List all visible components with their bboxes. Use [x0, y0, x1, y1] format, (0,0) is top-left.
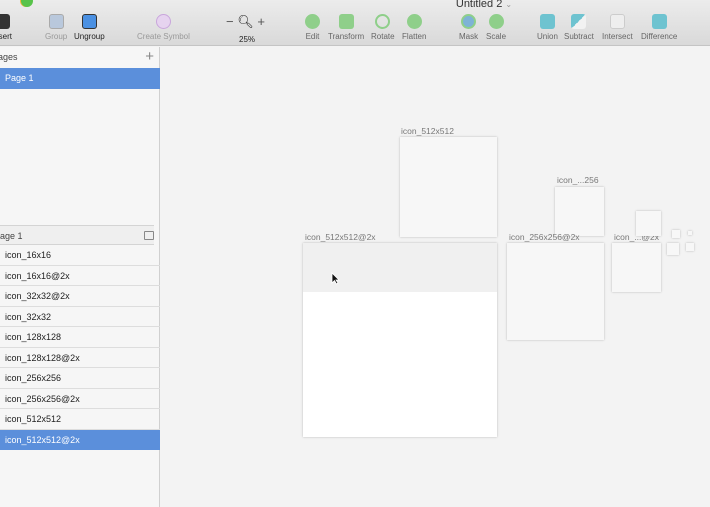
flatten-icon: [406, 14, 422, 29]
scale-icon: [488, 14, 504, 29]
layer-item[interactable]: icon_32x32@2x: [0, 286, 160, 307]
zoom-in-button[interactable]: +: [257, 14, 265, 29]
transform-icon: [338, 14, 354, 29]
layer-item[interactable]: icon_512x512@2x: [0, 429, 160, 450]
layer-item[interactable]: icon_512x512: [0, 409, 160, 430]
group-button[interactable]: Group: [45, 14, 67, 41]
layer-item[interactable]: icon_256x256: [0, 368, 160, 389]
rotate-icon: [375, 14, 391, 29]
union-icon: [539, 14, 555, 29]
pages-header: Pages: [0, 52, 18, 62]
collapse-icon[interactable]: [144, 231, 154, 240]
artboard-icon-256-2x[interactable]: [507, 243, 604, 340]
zoom-level: 25%: [239, 35, 256, 44]
artboard-icon-512[interactable]: [400, 137, 497, 237]
magnifier-icon: 🔍︎: [237, 14, 254, 29]
artboard-icon-256[interactable]: [555, 187, 604, 236]
cursor-icon: [331, 272, 340, 285]
artboard-icon-128[interactable]: [636, 211, 661, 236]
group-icon: [48, 14, 64, 29]
artboard-label[interactable]: icon_512x512: [401, 126, 454, 136]
subtract-button[interactable]: Subtract: [564, 14, 594, 41]
symbol-icon: [155, 14, 171, 29]
add-page-button[interactable]: +: [145, 48, 154, 65]
window-title: Untitled 2 ⌄: [455, 0, 513, 10]
subtract-icon: [571, 14, 587, 29]
layer-item[interactable]: icon_16x16: [0, 245, 160, 266]
page-item-page-1[interactable]: Page 1: [0, 68, 160, 89]
insert-icon: [0, 14, 10, 29]
layer-item[interactable]: icon_128x128: [0, 327, 160, 348]
rotate-button[interactable]: Rotate: [371, 14, 395, 41]
layer-item[interactable]: icon_16x16@2x: [0, 266, 160, 286]
insert-button[interactable]: Insert: [0, 14, 12, 41]
flatten-button[interactable]: Flatten: [402, 14, 426, 41]
sidebar: Pages + Page 1 Page 1 icon_16x16icon_16x…: [0, 47, 160, 507]
layer-item[interactable]: icon_128x128@2x: [0, 348, 160, 368]
layer-item[interactable]: icon_256x256@2x: [0, 389, 160, 409]
artboard-icon-16-2x[interactable]: [686, 243, 694, 251]
mask-icon: [461, 14, 477, 29]
layer-item[interactable]: icon_32x32: [0, 307, 160, 327]
scale-button[interactable]: Scale: [486, 14, 506, 41]
edit-icon: [305, 14, 320, 29]
create-symbol-button[interactable]: Create Symbol: [137, 14, 190, 41]
layers-header: Page 1: [0, 225, 154, 245]
toolbar: Untitled 2 ⌄ Insert Group Ungroup Create…: [0, 0, 710, 46]
transform-button[interactable]: Transform: [328, 14, 364, 41]
artboard-label[interactable]: icon_256x256@2x: [509, 232, 580, 242]
mask-button[interactable]: Mask: [459, 14, 478, 41]
artboard-icon-128-2x[interactable]: [612, 243, 661, 292]
artboard-label[interactable]: icon_...256: [557, 175, 599, 185]
zoom-controls: − 🔍︎ +: [226, 14, 265, 30]
difference-button[interactable]: Difference: [641, 14, 677, 41]
zoom-out-button[interactable]: −: [226, 14, 234, 29]
intersect-icon: [609, 14, 625, 29]
ungroup-icon: [81, 14, 97, 29]
artboard-icon-32-2x[interactable]: [667, 243, 679, 255]
artboard-icon-16[interactable]: [688, 231, 692, 235]
ungroup-button[interactable]: Ungroup: [74, 14, 105, 41]
union-button[interactable]: Union: [537, 14, 558, 41]
edit-button[interactable]: Edit: [305, 14, 320, 41]
intersect-button[interactable]: Intersect: [602, 14, 633, 41]
artboard-icon-32[interactable]: [672, 230, 680, 238]
difference-icon: [651, 14, 667, 29]
artboard-label[interactable]: icon_512x512@2x: [305, 232, 376, 242]
